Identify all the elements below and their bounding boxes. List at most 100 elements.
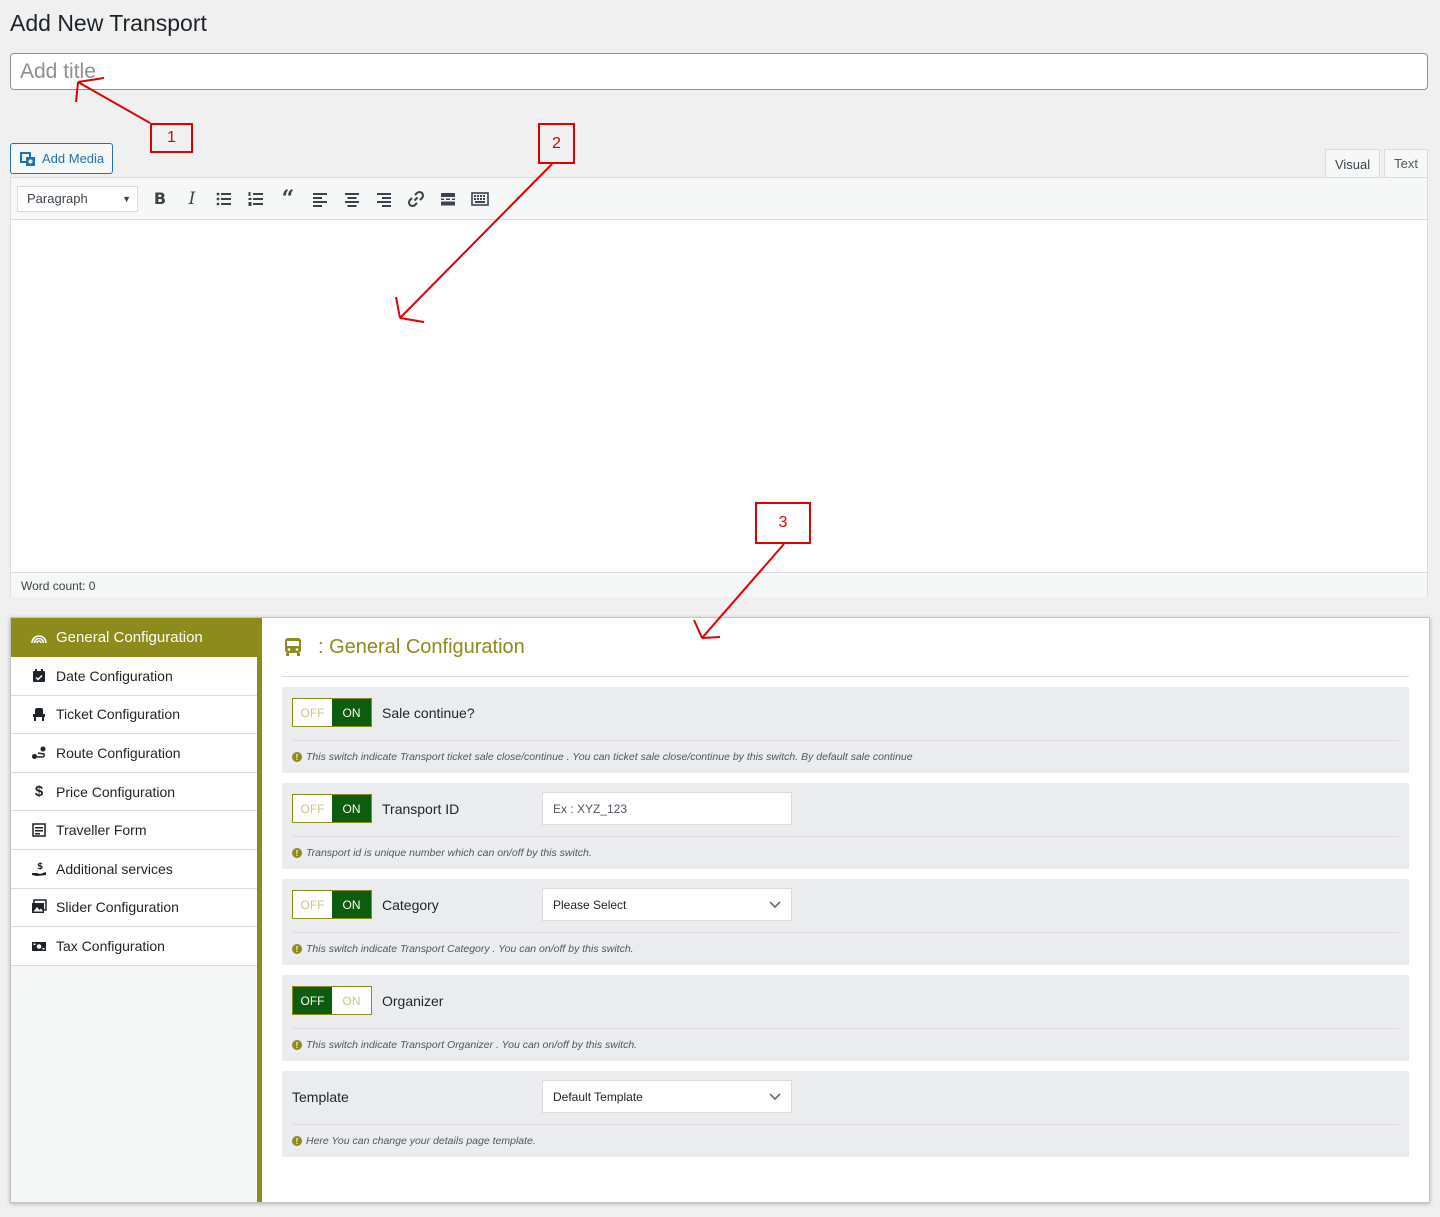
annotation-2: 2	[538, 123, 575, 164]
switch-on: ON	[332, 987, 371, 1014]
sidebar-item-label: Tax Configuration	[56, 937, 165, 954]
editor-toolbar: Paragraph ▼ B I “	[11, 178, 1427, 220]
sidebar-item-price[interactable]: $ Price Configuration	[11, 772, 257, 812]
content-editor: Paragraph ▼ B I “ Word count: 0	[10, 177, 1428, 597]
sidebar-item-label: Date Configuration	[56, 667, 173, 684]
align-center-icon[interactable]	[336, 184, 368, 214]
tab-text[interactable]: Text	[1384, 149, 1428, 177]
category-select-value: Please Select	[553, 897, 627, 912]
add-media-button[interactable]: Add Media	[10, 143, 114, 174]
sale-continue-switch[interactable]: OFF ON	[292, 698, 372, 727]
format-select[interactable]: Paragraph ▼	[17, 185, 138, 212]
setting-label: Sale continue?	[382, 704, 475, 721]
sidebar-item-general[interactable]: General Configuration	[11, 618, 257, 657]
setting-description-text: This switch indicate Transport Category …	[306, 943, 634, 955]
section-heading: : General Configuration	[282, 618, 1409, 677]
organizer-switch[interactable]: OFF ON	[292, 986, 372, 1015]
info-icon: !	[292, 944, 302, 954]
title-input[interactable]	[10, 53, 1428, 90]
setting-organizer: OFF ON Organizer ! This switch indicate …	[282, 975, 1409, 1061]
info-icon: !	[292, 752, 302, 762]
template-select[interactable]: Default Template	[542, 1080, 792, 1113]
rainbow-icon	[31, 634, 47, 643]
setting-description: ! This switch indicate Transport Organiz…	[292, 1028, 1399, 1061]
sidebar-item-label: Slider Configuration	[56, 899, 179, 916]
section-title: : General Configuration	[318, 635, 525, 658]
sidebar-item-traveller-form[interactable]: Traveller Form	[11, 811, 257, 850]
setting-sale-continue: OFF ON Sale continue? ! This switch indi…	[282, 687, 1409, 773]
sidebar-item-additional-services[interactable]: $ Additional services	[11, 849, 257, 889]
switch-on: ON	[332, 795, 371, 822]
setting-description: ! Transport id is unique number which ca…	[292, 836, 1399, 869]
annotation-1: 1	[150, 123, 193, 153]
sidebar-item-route[interactable]: Route Configuration	[11, 734, 257, 773]
info-icon: !	[292, 848, 302, 858]
switch-off: OFF	[293, 891, 332, 918]
transport-id-switch[interactable]: OFF ON	[292, 794, 372, 823]
settings-content: : General Configuration OFF ON Sale cont…	[282, 618, 1409, 1157]
read-more-icon[interactable]	[432, 184, 464, 214]
switch-off: OFF	[293, 987, 332, 1014]
sidebar-item-label: Route Configuration	[56, 744, 181, 761]
setting-label: Category	[382, 896, 439, 913]
add-media-label: Add Media	[42, 151, 105, 166]
align-right-icon[interactable]	[368, 184, 400, 214]
hand-dollar-icon: $	[32, 862, 46, 876]
chevron-down-icon	[769, 1092, 781, 1100]
page-title: Add New Transport	[10, 10, 207, 36]
blockquote-icon[interactable]: “	[272, 184, 304, 214]
route-icon	[32, 746, 46, 759]
bus-icon	[285, 638, 301, 656]
setting-description-text: Transport id is unique number which can …	[306, 847, 592, 859]
media-icon	[20, 151, 36, 167]
transport-id-input[interactable]	[542, 792, 792, 825]
editor-tabs: Visual Text	[1324, 149, 1428, 178]
form-icon	[32, 823, 46, 837]
setting-label: Transport ID	[382, 800, 460, 817]
calendar-icon	[33, 668, 45, 682]
setting-transport-id: OFF ON Transport ID ! Transport id is un…	[282, 783, 1409, 869]
setting-description: ! This switch indicate Transport ticket …	[292, 740, 1399, 773]
switch-off: OFF	[293, 795, 332, 822]
category-switch[interactable]: OFF ON	[292, 890, 372, 919]
bold-icon[interactable]: B	[144, 184, 176, 214]
switch-on: ON	[332, 891, 371, 918]
format-select-value: Paragraph	[27, 191, 88, 206]
sidebar-item-label: Traveller Form	[56, 822, 147, 839]
seat-icon	[33, 708, 45, 722]
sidebar-item-label: Ticket Configuration	[56, 706, 180, 723]
switch-on: ON	[332, 699, 371, 726]
setting-description: ! This switch indicate Transport Categor…	[292, 932, 1399, 965]
template-select-value: Default Template	[553, 1089, 643, 1104]
sidebar-item-date[interactable]: Date Configuration	[11, 657, 257, 696]
transport-settings-panel: General Configuration Date Configuration…	[10, 617, 1430, 1203]
toolbar-toggle-icon[interactable]	[464, 184, 496, 214]
link-icon[interactable]	[400, 184, 432, 214]
setting-label: Organizer	[382, 992, 444, 1009]
sidebar-item-tax[interactable]: Tax Configuration	[11, 927, 257, 966]
money-bill-icon	[32, 941, 46, 951]
sidebar-item-label: General Configuration	[56, 629, 203, 646]
images-icon	[32, 899, 47, 914]
word-count: Word count: 0	[11, 572, 1427, 597]
category-select[interactable]: Please Select	[542, 888, 792, 921]
setting-label: Template	[292, 1088, 349, 1105]
chevron-down-icon	[769, 900, 781, 908]
settings-sidebar: General Configuration Date Configuration…	[11, 618, 262, 1202]
sidebar-item-ticket[interactable]: Ticket Configuration	[11, 695, 257, 735]
setting-description-text: This switch indicate Transport Organizer…	[306, 1039, 638, 1051]
italic-icon[interactable]: I	[176, 184, 208, 214]
sidebar-item-label: Additional services	[56, 860, 173, 877]
setting-description-text: This switch indicate Transport ticket sa…	[306, 751, 913, 763]
svg-text:$: $	[37, 862, 43, 872]
setting-description-text: Here You can change your details page te…	[306, 1135, 536, 1147]
sidebar-item-label: Price Configuration	[56, 783, 176, 800]
sidebar-item-slider[interactable]: Slider Configuration	[11, 888, 257, 928]
bullet-list-icon[interactable]	[208, 184, 240, 214]
tab-visual[interactable]: Visual	[1324, 149, 1381, 178]
switch-off: OFF	[293, 699, 332, 726]
align-left-icon[interactable]	[304, 184, 336, 214]
info-icon: !	[292, 1136, 302, 1146]
editor-body[interactable]	[11, 220, 1427, 572]
numbered-list-icon[interactable]	[240, 184, 272, 214]
